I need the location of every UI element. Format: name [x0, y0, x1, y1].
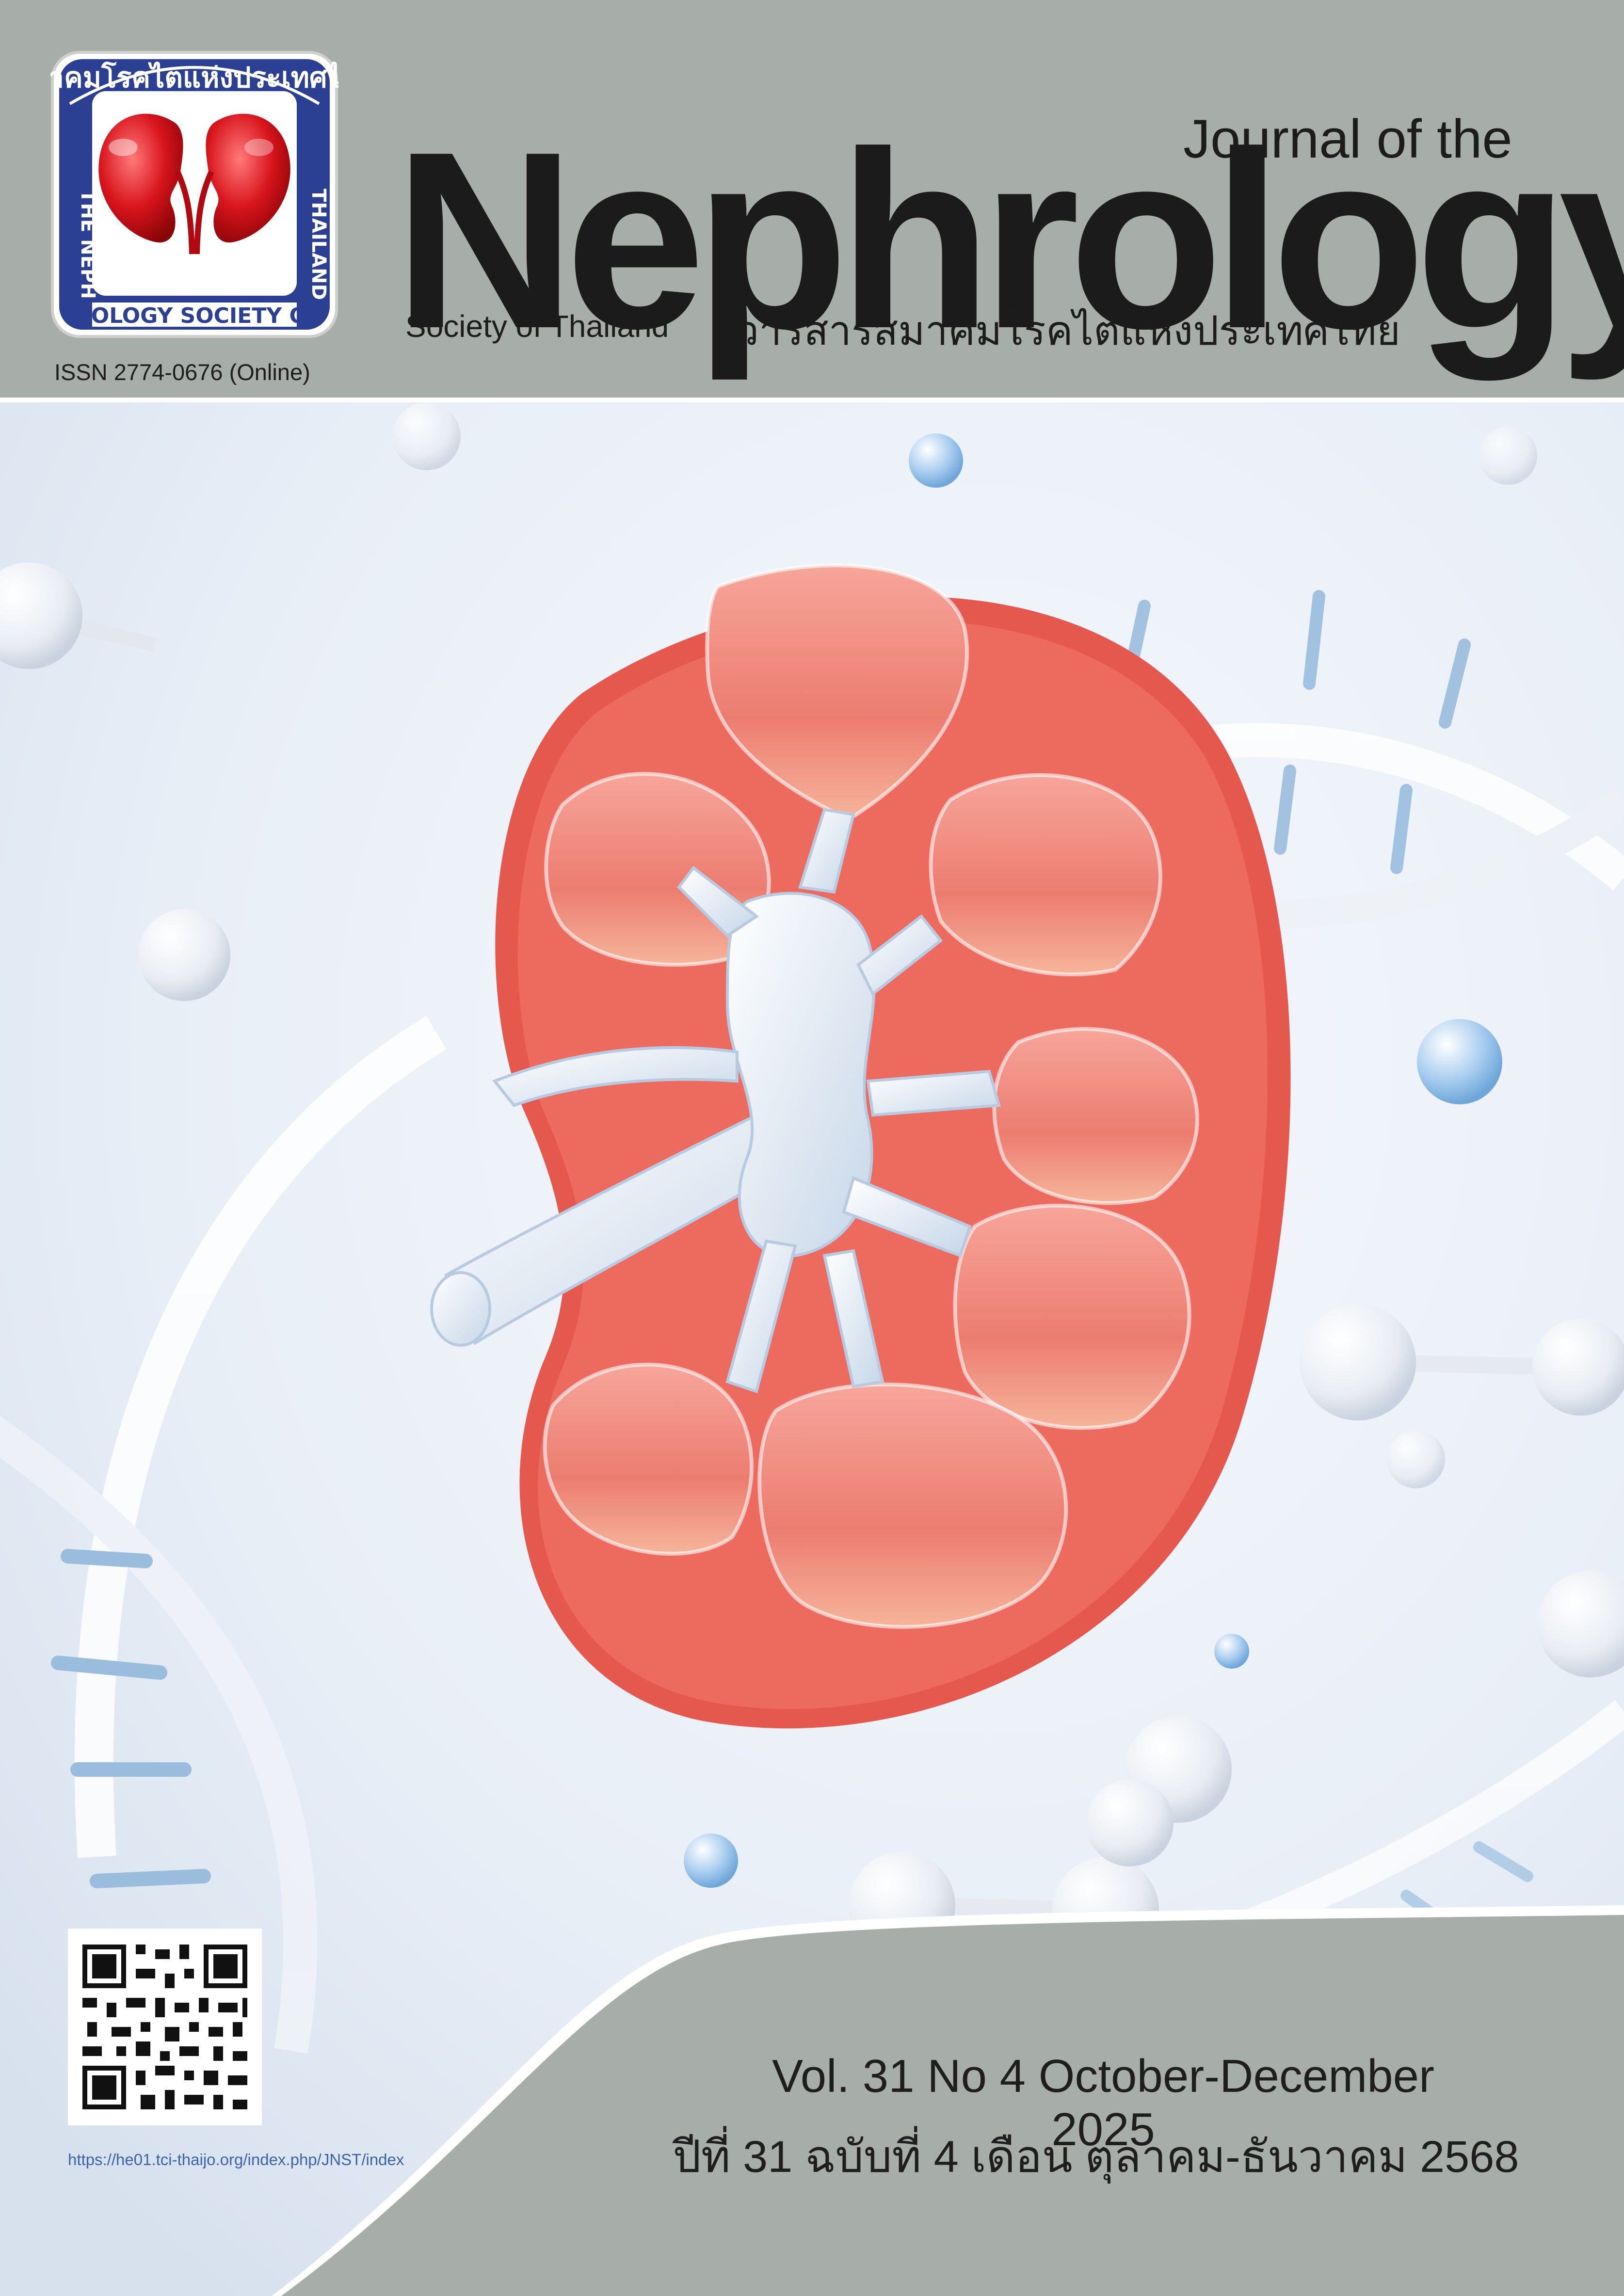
- journal-url-link[interactable]: https://he01.tci-thaijo.org/index.php/JN…: [68, 2151, 404, 2169]
- logo-right-text: THAILAND: [307, 189, 330, 300]
- journal-cover: { "header": { "journal_of_the": "Journal…: [0, 0, 1624, 2296]
- logo-bottom-text-visible: ROLOGY SOCIETY OF: [75, 303, 322, 328]
- logo-left-text: THE NEPH: [77, 190, 99, 299]
- issn-label: ISSN 2774-0676 (Online): [54, 359, 310, 385]
- qr-code[interactable]: [68, 1929, 262, 2125]
- issue-info-thai: ปีที่ 31 ฉบับที่ 4 เดือน ตุลาคม-ธันวาคม …: [673, 2132, 1519, 2182]
- kidney-cross-section-icon: [430, 563, 1291, 1729]
- thai-journal-title: วารสารสมาคมโรคไตแห่งประเทศไทย: [736, 308, 1400, 353]
- society-logo: สมาคมโรคไตแห่งประเทศไทย THE NEPH THAILAN…: [50, 51, 338, 338]
- logo-top-text: สมาคมโรคไตแห่งประเทศไทย: [50, 61, 338, 94]
- society-of-thailand-label: Society of Thailand: [405, 309, 669, 344]
- header-divider: [0, 398, 1624, 402]
